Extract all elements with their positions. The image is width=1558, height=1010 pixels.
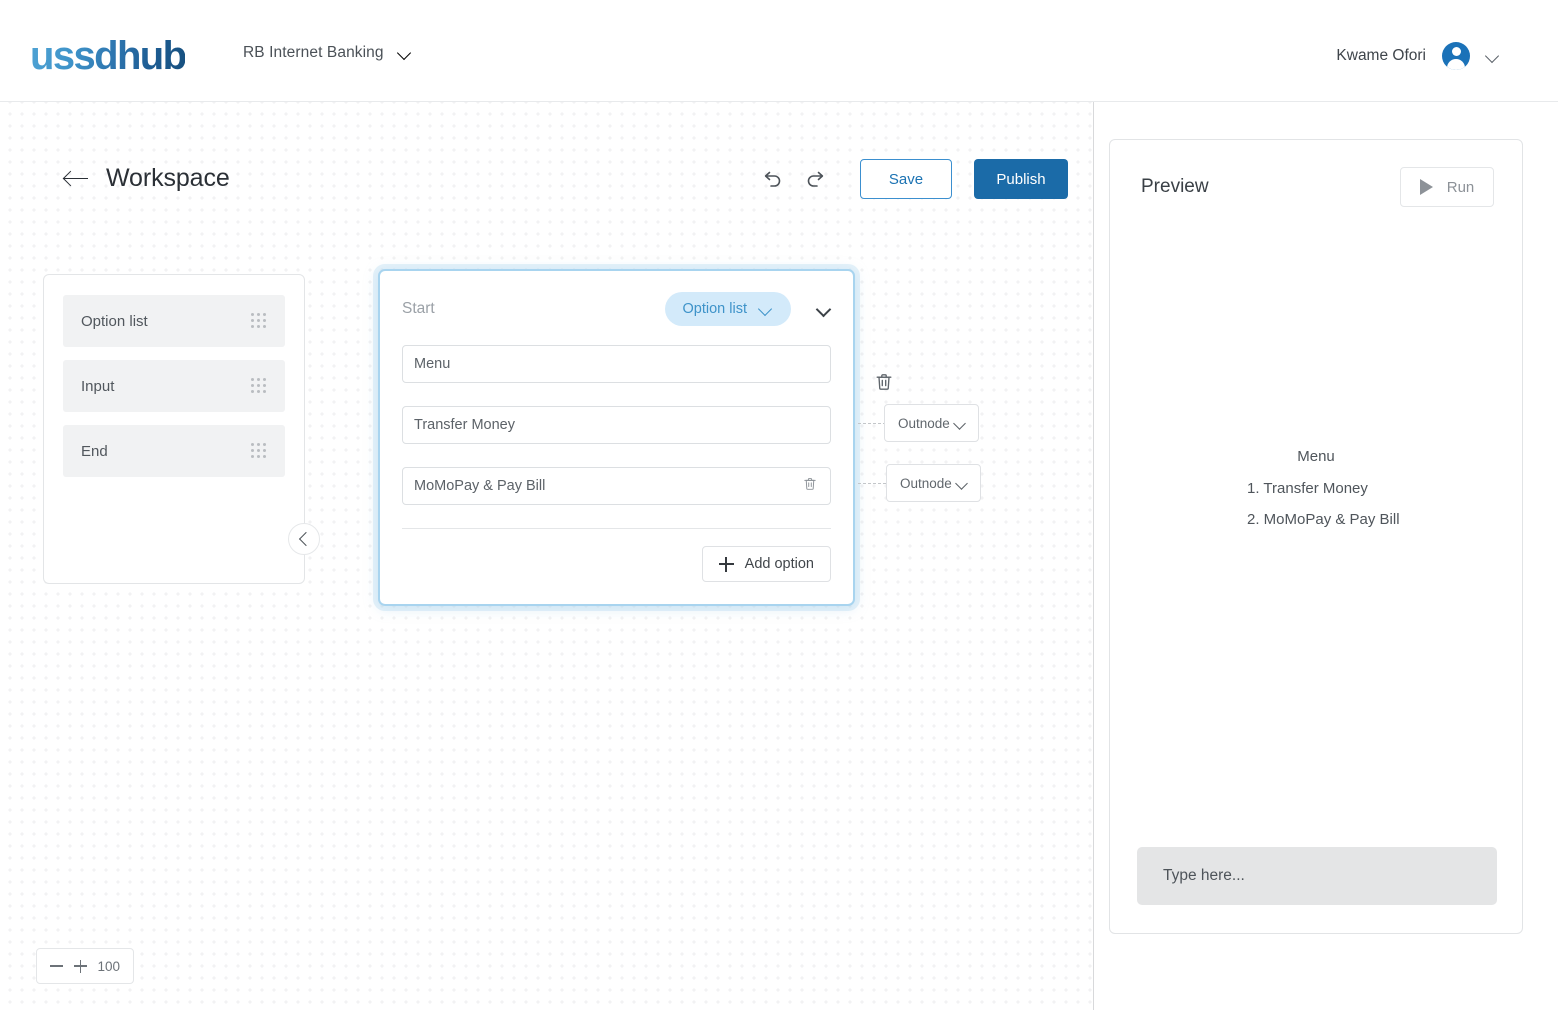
page-title: Workspace (106, 164, 230, 193)
preview-input-placeholder: Type here... (1163, 867, 1245, 885)
node-footer: Add option (402, 546, 831, 582)
app-logo[interactable]: ussdhub (30, 34, 185, 78)
outnode-dropdown-1[interactable]: Outnode (884, 404, 979, 442)
publish-button[interactable]: Publish (974, 159, 1068, 199)
outnode-label: Outnode (900, 476, 952, 491)
run-button[interactable]: Run (1400, 167, 1494, 207)
palette-item-label: Input (81, 378, 114, 395)
chevron-down-icon (956, 477, 969, 490)
user-avatar-icon (1442, 42, 1470, 70)
preview-title: Preview (1141, 176, 1400, 198)
canvas-panel-divider (1093, 102, 1094, 1010)
palette-item-input[interactable]: Input (63, 360, 285, 412)
plus-icon[interactable] (74, 960, 87, 973)
preview-screen: Menu 1. Transfer Money 2. MoMoPay & Pay … (1110, 218, 1522, 838)
chevron-down-icon (954, 417, 967, 430)
outnode-dropdown-2[interactable]: Outnode (886, 464, 981, 502)
drag-handle-icon[interactable] (251, 378, 267, 394)
component-palette: Option list Input End (43, 274, 305, 584)
node-type-dropdown[interactable]: Option list (665, 292, 791, 326)
workspace-title-group: Workspace (64, 164, 230, 193)
run-label: Run (1447, 179, 1475, 196)
chevron-down-icon (398, 46, 412, 60)
flow-node-start[interactable]: Start Option list Menu Transfer Money Mo… (378, 269, 855, 606)
preview-menu-title: Menu (1297, 448, 1335, 465)
palette-item-end[interactable]: End (63, 425, 285, 477)
plus-icon (719, 557, 734, 572)
project-name-label: RB Internet Banking (243, 44, 384, 62)
connector-line-2 (858, 483, 886, 484)
node-title-input[interactable]: Menu (402, 345, 831, 383)
redo-icon[interactable] (794, 158, 836, 200)
preview-input-field[interactable]: Type here... (1137, 847, 1497, 905)
flow-canvas[interactable]: Workspace Save Publish Option list (0, 102, 1094, 1010)
node-collapse-button[interactable] (817, 302, 831, 316)
user-name-label: Kwame Ofori (1336, 47, 1426, 65)
save-button[interactable]: Save (860, 159, 952, 199)
palette-item-label: Option list (81, 313, 148, 330)
preview-menu-item: 1. Transfer Money (1247, 480, 1368, 497)
node-option-value: Transfer Money (414, 417, 818, 433)
chevron-down-icon (759, 302, 773, 316)
project-selector[interactable]: RB Internet Banking (243, 44, 412, 62)
node-type-label: Option list (683, 301, 747, 317)
node-delete-button[interactable] (874, 372, 894, 397)
node-option-value: MoMoPay & Pay Bill (414, 478, 802, 494)
drag-handle-icon[interactable] (251, 443, 267, 459)
preview-header: Preview Run (1141, 166, 1494, 208)
chevron-down-icon (1486, 49, 1500, 63)
user-menu[interactable]: Kwame Ofori (1336, 42, 1500, 70)
add-option-label: Add option (745, 556, 814, 572)
palette-item-label: End (81, 443, 108, 460)
node-option-input-1[interactable]: Transfer Money (402, 406, 831, 444)
node-header: Start Option list (402, 289, 831, 329)
palette-item-option-list[interactable]: Option list (63, 295, 285, 347)
add-option-button[interactable]: Add option (702, 546, 831, 582)
trash-icon[interactable] (802, 476, 818, 497)
palette-collapse-button[interactable] (288, 523, 320, 555)
connector-line-1 (858, 423, 886, 424)
workspace-toolbar: Save Publish (752, 158, 1068, 200)
top-header-bar: ussdhub RB Internet Banking Kwame Ofori (0, 0, 1558, 102)
zoom-control: 100 (36, 948, 134, 984)
minus-icon[interactable] (50, 960, 63, 973)
node-start-label: Start (402, 300, 665, 318)
zoom-level-label: 100 (97, 959, 120, 974)
app-root: ussdhub RB Internet Banking Kwame Ofori … (0, 0, 1558, 1010)
preview-panel: Preview Run Menu 1. Transfer Money 2. Mo… (1109, 139, 1523, 934)
chevron-down-icon (817, 302, 831, 316)
undo-icon[interactable] (752, 158, 794, 200)
preview-menu-item: 2. MoMoPay & Pay Bill (1247, 511, 1400, 528)
chevron-left-icon (298, 532, 312, 546)
arrow-left-icon[interactable] (64, 169, 90, 189)
outnode-label: Outnode (898, 416, 950, 431)
play-icon (1420, 179, 1433, 195)
drag-handle-icon[interactable] (251, 313, 267, 329)
node-title-value: Menu (414, 356, 818, 372)
node-option-input-2[interactable]: MoMoPay & Pay Bill (402, 467, 831, 505)
node-divider (402, 528, 831, 529)
